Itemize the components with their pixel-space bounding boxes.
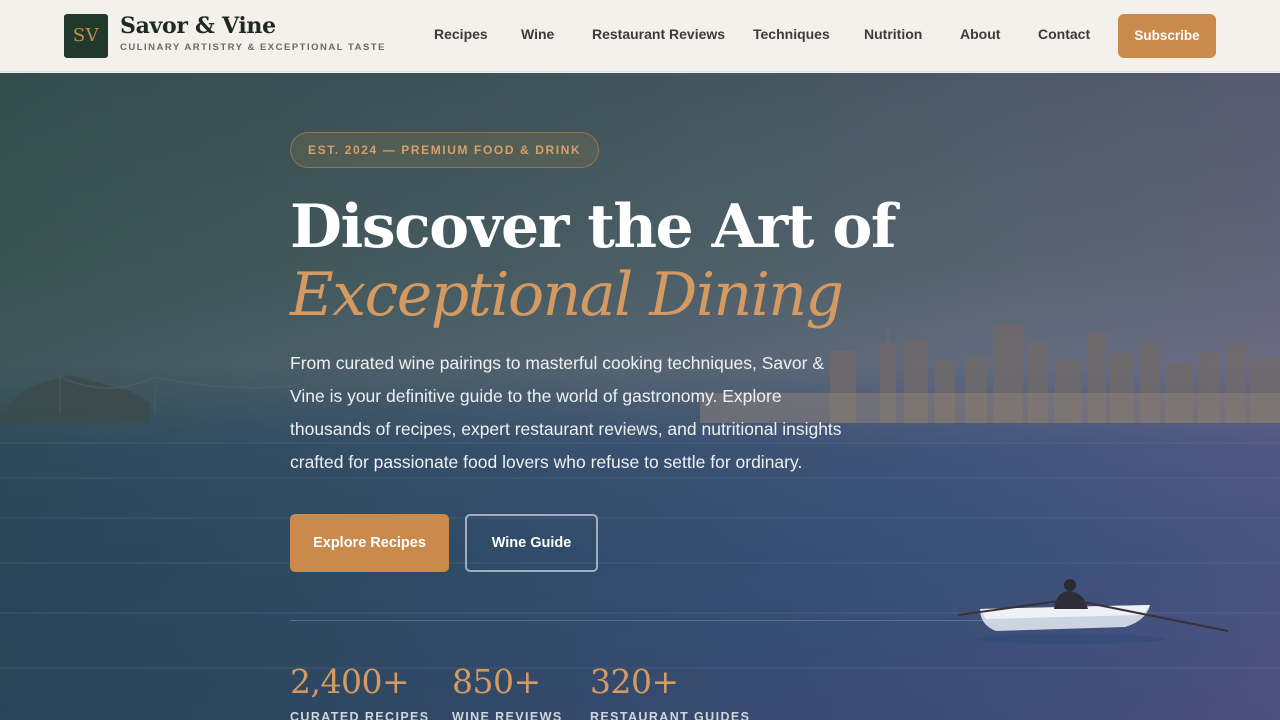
nav-restaurant-reviews[interactable]: Restaurant Reviews <box>592 26 725 42</box>
site-tagline: CULINARY ARTISTRY & EXCEPTIONAL TASTE <box>120 42 386 53</box>
hero-description: From curated wine pairings to masterful … <box>290 353 842 472</box>
hero-badge: EST. 2024 — PREMIUM FOOD & DRINK <box>290 132 600 168</box>
nav-recipes[interactable]: Recipes <box>434 26 488 42</box>
nav-techniques[interactable]: Techniques <box>753 26 830 42</box>
hero-title: Discover the Art of <box>290 192 897 262</box>
nav-nutrition[interactable]: Nutrition <box>864 26 922 42</box>
stat-restaurants-label: RESTAURANT GUIDES <box>590 710 751 720</box>
nav-contact[interactable]: Contact <box>1038 26 1090 42</box>
stats-divider <box>290 620 990 621</box>
hero-title-accent: Exceptional Dining <box>290 260 844 330</box>
site-name[interactable]: Savor & Vine <box>120 13 276 39</box>
site-header: SV Savor & Vine CULINARY ARTISTRY & EXCE… <box>0 0 1280 72</box>
stat-recipes-label: CURATED RECIPES <box>290 710 430 720</box>
nav-wine[interactable]: Wine <box>521 26 554 42</box>
stat-wine-label: WINE REVIEWS <box>452 710 563 720</box>
nav-about[interactable]: About <box>960 26 1000 42</box>
wine-guide-button[interactable]: Wine Guide <box>465 514 598 572</box>
explore-recipes-button[interactable]: Explore Recipes <box>290 514 449 572</box>
stat-recipes-value: 2,400+ <box>290 662 410 701</box>
logo-mark[interactable]: SV <box>64 14 108 58</box>
subscribe-button[interactable]: Subscribe <box>1118 14 1216 58</box>
stat-restaurants-value: 320+ <box>590 662 679 701</box>
hero-section: EST. 2024 — PREMIUM FOOD & DRINK Discove… <box>0 73 1280 720</box>
stat-wine-value: 850+ <box>452 662 541 701</box>
rowboat-image <box>957 579 1229 644</box>
